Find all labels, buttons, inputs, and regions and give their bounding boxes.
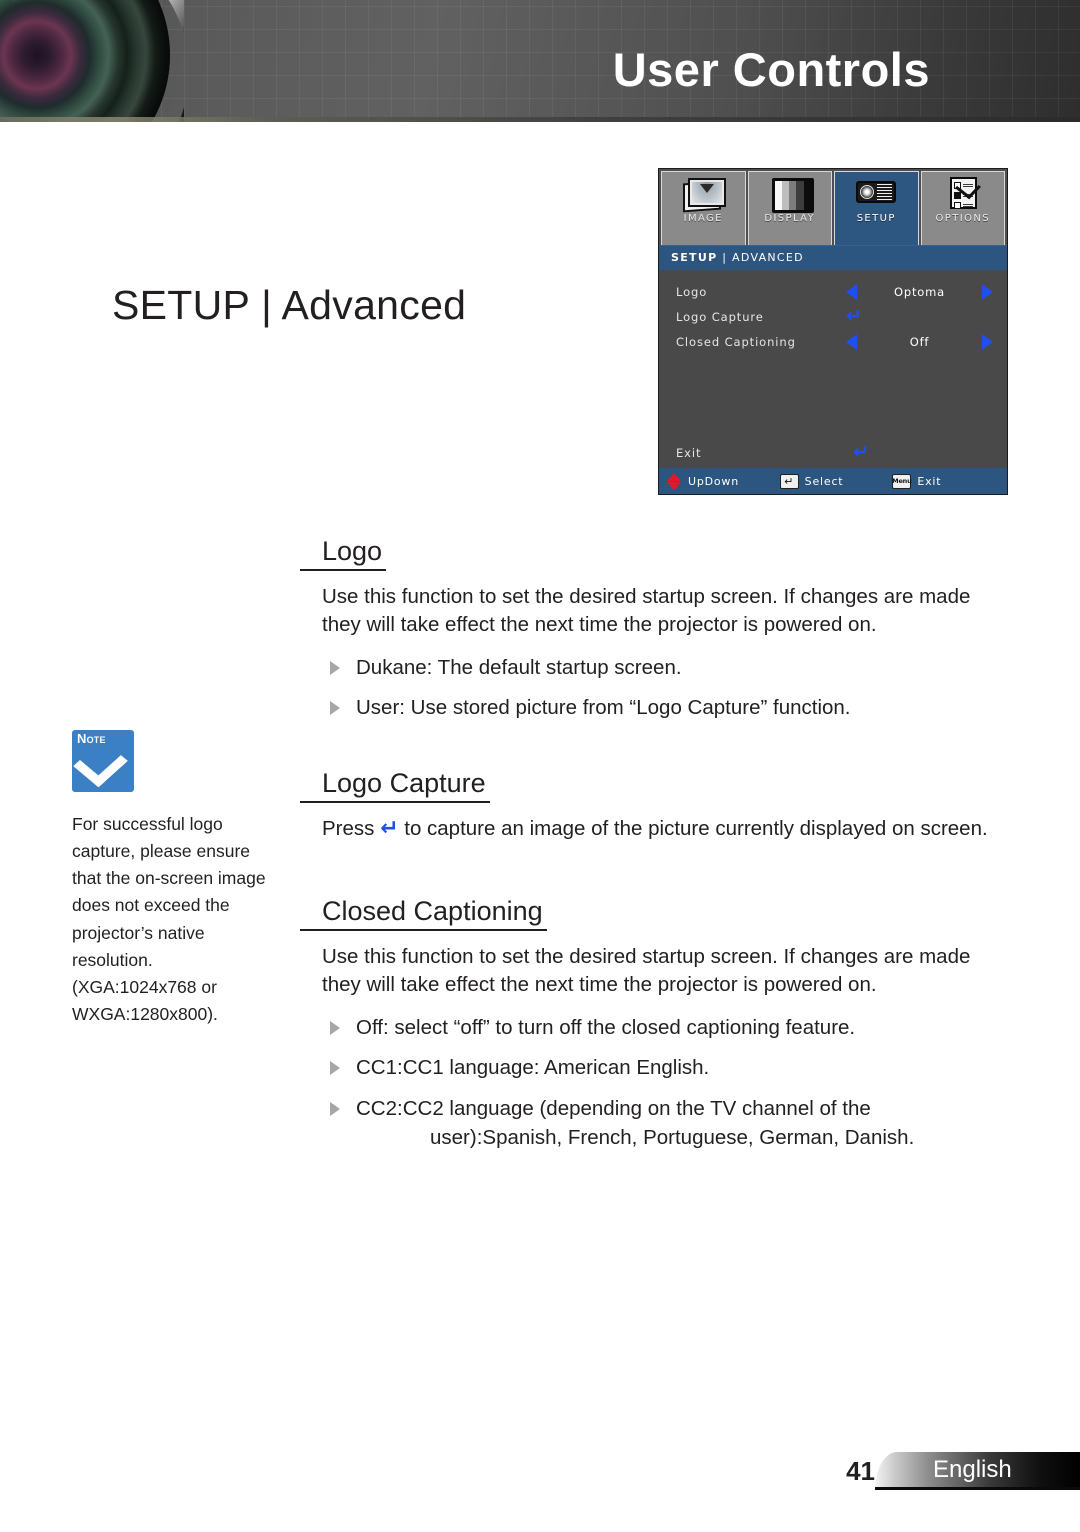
note-text: For successful logo capture, please ensu… bbox=[72, 814, 266, 1024]
enter-key-icon: ↵ bbox=[779, 473, 799, 489]
list-item: CC2:CC2 language (depending on the TV ch… bbox=[322, 1095, 1012, 1152]
osd-hint-exit-label: Exit bbox=[917, 474, 942, 488]
left-arrow-icon[interactable] bbox=[846, 283, 857, 300]
note-check-icon: NOTE bbox=[72, 699, 168, 792]
osd-tab-bar: IMAGE DISPLAY SETUP OPTIONS bbox=[659, 169, 1007, 245]
list-item: Dukane: The default startup screen. bbox=[322, 654, 1012, 683]
osd-tab-options-label: OPTIONS bbox=[935, 213, 990, 224]
section-closed-captioning: Closed Captioning Use this function to s… bbox=[300, 896, 1012, 1164]
osd-hint-updown-label: UpDown bbox=[688, 474, 740, 488]
page-header-banner: User Controls bbox=[0, 0, 1080, 122]
updown-arrows-icon bbox=[667, 472, 681, 490]
osd-row-exit[interactable]: Exit ↵ bbox=[659, 443, 1007, 462]
osd-row-logo-capture-label: Logo Capture bbox=[676, 309, 764, 324]
osd-tab-options[interactable]: OPTIONS bbox=[920, 171, 1005, 245]
list-item-text: CC1:CC1 language: American English. bbox=[356, 1056, 710, 1080]
osd-tab-display[interactable]: DISPLAY bbox=[747, 171, 832, 245]
image-icon bbox=[681, 176, 727, 213]
triangle-bullet-icon bbox=[330, 660, 340, 675]
list-item-text-line1: CC2:CC2 language (depending on the TV ch… bbox=[356, 1096, 871, 1120]
osd-tab-setup[interactable]: SETUP bbox=[834, 171, 919, 245]
enter-arrow-icon[interactable]: ↵ bbox=[846, 307, 862, 326]
list-item: CC1:CC1 language: American English. bbox=[322, 1054, 1012, 1083]
osd-breadcrumb: SETUP | ADVANCED bbox=[659, 245, 1007, 270]
right-arrow-icon[interactable] bbox=[982, 333, 993, 350]
note-badge-n: N bbox=[77, 731, 87, 746]
osd-hint-updown: UpDown bbox=[667, 472, 774, 490]
page-number: 41 bbox=[846, 1456, 875, 1486]
language-tab: English bbox=[875, 1452, 1080, 1490]
enter-arrow-icon: ↵ bbox=[380, 816, 399, 842]
section-logo-capture: Logo Capture Press ↵ to capture an image… bbox=[300, 768, 1012, 843]
osd-tab-setup-label: SETUP bbox=[856, 213, 896, 224]
display-icon bbox=[768, 176, 814, 213]
osd-row-closed-captioning-value: Off bbox=[909, 334, 930, 349]
osd-row-exit-label: Exit bbox=[676, 445, 702, 460]
left-arrow-icon[interactable] bbox=[846, 333, 857, 350]
header-title: User Controls bbox=[612, 43, 930, 96]
section-logo: Logo Use this function to set the desire… bbox=[300, 536, 1012, 735]
section-logo-bullets: Dukane: The default startup screen. User… bbox=[322, 654, 1012, 723]
checklist-icon bbox=[941, 175, 985, 210]
section-logo-capture-paragraph: Press ↵ to capture an image of the pictu… bbox=[322, 815, 1008, 843]
osd-tab-image[interactable]: IMAGE bbox=[661, 171, 746, 245]
triangle-bullet-icon bbox=[330, 701, 340, 716]
page-footer: 41 English bbox=[0, 1452, 1080, 1492]
right-arrow-icon[interactable] bbox=[982, 283, 993, 300]
section-closed-captioning-paragraph: Use this function to set the desired sta… bbox=[322, 945, 971, 997]
paragraph-text-post: to capture an image of the picture curre… bbox=[398, 817, 988, 841]
camera-lens-image bbox=[0, 0, 184, 122]
section-logo-capture-heading: Logo Capture bbox=[300, 768, 490, 804]
triangle-bullet-icon bbox=[330, 1020, 340, 1035]
projector-icon bbox=[854, 176, 898, 210]
osd-row-logo[interactable]: Logo Optoma bbox=[659, 279, 1007, 304]
osd-row-logo-value: Optoma bbox=[894, 284, 945, 299]
osd-menu-body: Logo Optoma Logo Capture ↵ Closed Captio… bbox=[659, 270, 1007, 468]
paragraph-text-pre: Press bbox=[322, 817, 381, 841]
list-item-text: Off: select “off” to turn off the closed… bbox=[356, 1015, 856, 1039]
list-item: Off: select “off” to turn off the closed… bbox=[322, 1014, 1012, 1043]
osd-tab-display-label: DISPLAY bbox=[764, 213, 816, 224]
menu-key-icon: Menu bbox=[892, 473, 912, 489]
section-logo-paragraph: Use this function to set the desired sta… bbox=[322, 585, 971, 637]
list-item-text-line2: user):Spanish, French, Portuguese, Germa… bbox=[430, 1125, 915, 1149]
osd-breadcrumb-sub: ADVANCED bbox=[732, 251, 804, 264]
list-item-text: Dukane: The default startup screen. bbox=[356, 655, 682, 679]
section-logo-heading: Logo bbox=[300, 536, 387, 572]
osd-hint-select: ↵ Select bbox=[779, 473, 887, 489]
enter-arrow-icon[interactable]: ↵ bbox=[846, 443, 876, 462]
osd-row-logo-label: Logo bbox=[676, 284, 708, 299]
osd-row-closed-captioning[interactable]: Closed Captioning Off bbox=[659, 329, 1007, 354]
list-item-text: CC2:CC2 language (depending on the TV ch… bbox=[356, 1095, 1012, 1152]
osd-row-closed-captioning-label: Closed Captioning bbox=[676, 334, 796, 349]
note-callout: NOTE For successful logo capture, please… bbox=[72, 699, 292, 1028]
triangle-bullet-icon bbox=[330, 1061, 340, 1076]
osd-breadcrumb-main: SETUP bbox=[671, 251, 718, 264]
osd-hint-select-label: Select bbox=[804, 474, 844, 488]
list-item-text: User: Use stored picture from “Logo Capt… bbox=[356, 696, 851, 720]
page-title: SETUP | Advanced bbox=[112, 282, 467, 328]
section-closed-captioning-heading: Closed Captioning bbox=[300, 896, 547, 932]
osd-menu-screenshot: IMAGE DISPLAY SETUP OPTIONS SETUP | ADVA… bbox=[658, 168, 1008, 495]
section-closed-captioning-bullets: Off: select “off” to turn off the closed… bbox=[322, 1014, 1012, 1153]
osd-breadcrumb-separator: | bbox=[717, 251, 733, 264]
osd-hint-exit: Menu Exit bbox=[892, 473, 999, 489]
triangle-bullet-icon bbox=[330, 1101, 340, 1116]
osd-key-hint-bar: UpDown ↵ Select Menu Exit bbox=[659, 468, 1007, 494]
osd-row-logo-capture[interactable]: Logo Capture ↵ bbox=[659, 304, 1007, 329]
language-label: English bbox=[933, 1455, 1012, 1483]
osd-tab-image-label: IMAGE bbox=[683, 213, 723, 224]
list-item: User: Use stored picture from “Logo Capt… bbox=[322, 694, 1012, 723]
